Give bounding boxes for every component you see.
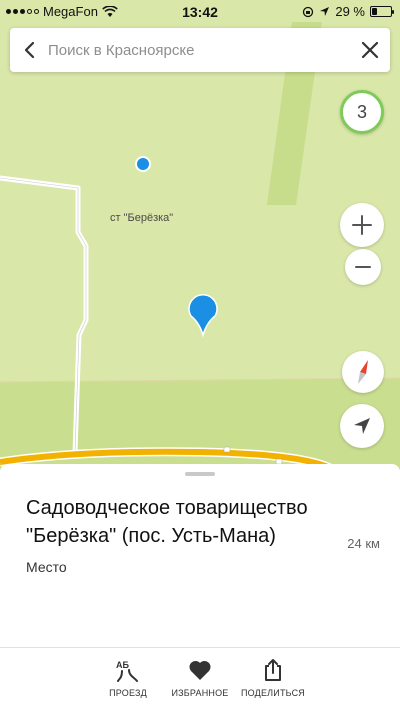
share-button[interactable]: ПОДЕЛИТЬСЯ: [233, 658, 313, 698]
location-services-icon: [320, 7, 330, 16]
search-input[interactable]: [48, 28, 350, 72]
sheet-drag-handle[interactable]: [185, 472, 215, 476]
status-right: 29 %: [302, 4, 394, 19]
zoom-out-button[interactable]: [345, 249, 381, 285]
share-icon: [263, 658, 283, 682]
favorites-button[interactable]: ИЗБРАННОЕ: [160, 658, 240, 698]
place-distance: 24 км: [347, 536, 380, 551]
share-label: ПОДЕЛИТЬСЯ: [241, 688, 305, 698]
rotation-lock-icon: [303, 6, 314, 17]
route-label: ПРОЕЗД: [109, 688, 147, 698]
traffic-level: 3: [356, 101, 367, 122]
minus-icon: [355, 266, 371, 268]
battery-fill: [372, 8, 378, 15]
route-icon-text: АБ: [116, 660, 129, 670]
close-icon: [361, 41, 379, 59]
divider: [0, 647, 400, 648]
plus-icon: [352, 215, 372, 235]
location-arrow-icon: [354, 418, 370, 434]
place-pin-icon: [188, 294, 218, 338]
compass-icon: [358, 360, 368, 384]
back-button[interactable]: [10, 28, 48, 72]
compass-button[interactable]: [342, 351, 384, 393]
back-arrow-icon: [24, 41, 35, 59]
place-card: Садоводческое товарищество "Берёзка" (по…: [0, 464, 400, 711]
road-sign: [223, 446, 231, 453]
place-label: ст "Берёзка": [110, 212, 174, 224]
user-dot: [137, 158, 149, 170]
route-icon: АБ: [115, 658, 141, 682]
battery-icon: [370, 6, 394, 17]
battery-percent: 29 %: [335, 4, 365, 19]
place-title: Садоводческое товарищество "Берёзка" (по…: [26, 497, 308, 547]
heart-icon: [188, 658, 212, 682]
action-bar: АБ ПРОЕЗД ИЗБРАННОЕ ПОДЕЛИТЬСЯ: [0, 652, 400, 708]
route-button[interactable]: АБ ПРОЕЗД: [88, 658, 168, 698]
locate-me-button[interactable]: [340, 404, 384, 448]
status-bar: MegaFon 13:42 29 %: [0, 0, 400, 22]
favorites-label: ИЗБРАННОЕ: [171, 688, 229, 698]
traffic-button[interactable]: 3: [340, 90, 384, 134]
zoom-in-button[interactable]: [340, 203, 384, 247]
place-category: Место: [26, 559, 67, 575]
clear-search-button[interactable]: [350, 28, 390, 72]
search-bar: [10, 28, 390, 72]
